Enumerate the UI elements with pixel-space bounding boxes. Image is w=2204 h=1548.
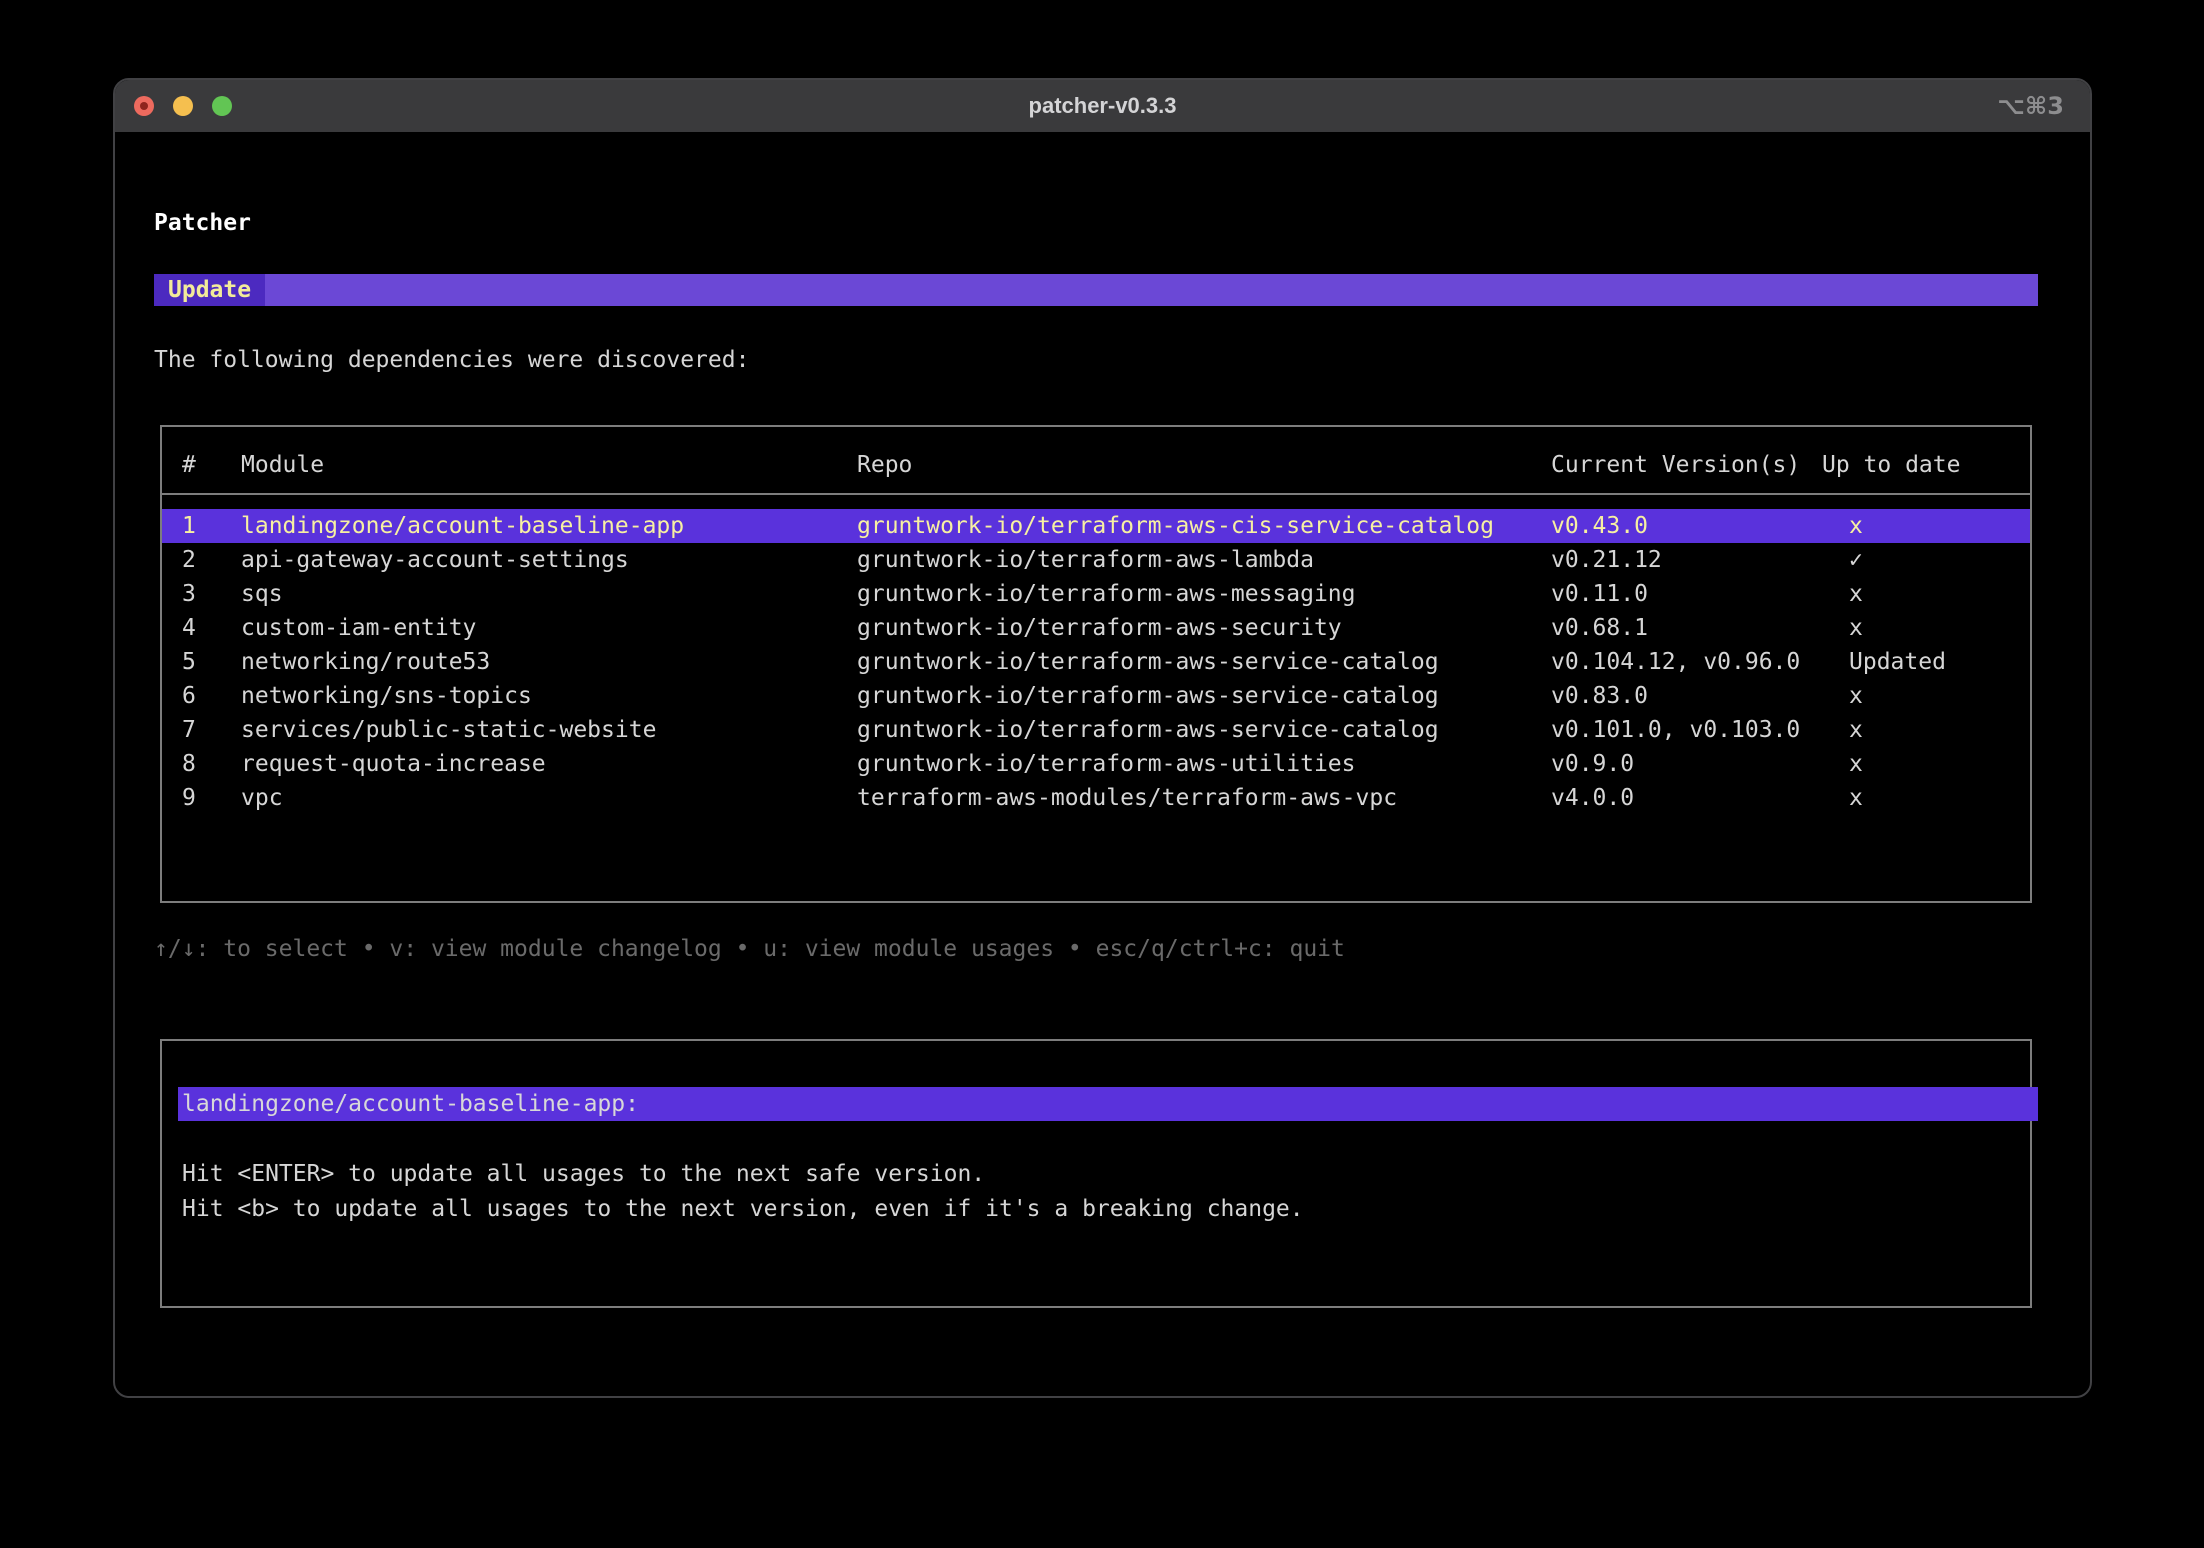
table-row[interactable]: 8 request-quota-increase gruntwork-io/te… (162, 747, 2030, 781)
row-status: x (1822, 509, 2030, 543)
header-status: Up to date (1822, 452, 2030, 478)
selected-module-banner: landingzone/account-baseline-app: (178, 1087, 2038, 1121)
intro-text: The following dependencies were discover… (154, 347, 2038, 373)
table-row[interactable]: 9 vpc terraform-aws-modules/terraform-aw… (162, 781, 2030, 815)
detail-instruction-b: Hit <b> to update all usages to the next… (182, 1192, 2030, 1227)
header-module: Module (241, 452, 857, 478)
row-num: 2 (182, 543, 241, 577)
row-status: x (1822, 747, 2030, 781)
row-status: x (1822, 611, 2030, 645)
row-module: landingzone/account-baseline-app (241, 509, 857, 543)
row-versions: v0.83.0 (1551, 679, 1822, 713)
table-row[interactable]: 4 custom-iam-entity gruntwork-io/terrafo… (162, 611, 2030, 645)
row-status: Updated (1822, 645, 2030, 679)
minimize-button-icon[interactable] (173, 96, 193, 116)
row-repo: gruntwork-io/terraform-aws-messaging (857, 577, 1551, 611)
row-num: 4 (182, 611, 241, 645)
row-versions: v0.43.0 (1551, 509, 1822, 543)
row-module: networking/route53 (241, 645, 857, 679)
row-versions: v0.68.1 (1551, 611, 1822, 645)
table-row[interactable]: 2 api-gateway-account-settings gruntwork… (162, 543, 2030, 577)
row-repo: gruntwork-io/terraform-aws-cis-service-c… (857, 509, 1551, 543)
row-num: 3 (182, 577, 241, 611)
table-row[interactable]: 6 networking/sns-topics gruntwork-io/ter… (162, 679, 2030, 713)
row-module: networking/sns-topics (241, 679, 857, 713)
terminal-content: Patcher Update The following dependencie… (154, 132, 2038, 1396)
row-repo: gruntwork-io/terraform-aws-service-catal… (857, 679, 1551, 713)
app-title: Patcher (154, 210, 2038, 236)
header-repo: Repo (857, 452, 1551, 478)
row-versions: v0.101.0, v0.103.0 (1551, 713, 1822, 747)
row-num: 1 (182, 509, 241, 543)
traffic-lights (134, 96, 232, 116)
titlebar[interactable]: patcher-v0.3.3 ⌥⌘3 (115, 80, 2090, 132)
detail-instructions: Hit <ENTER> to update all usages to the … (182, 1157, 2030, 1227)
row-versions: v4.0.0 (1551, 781, 1822, 815)
row-status: x (1822, 713, 2030, 747)
tab-shortcut-badge: ⌥⌘3 (1997, 80, 2064, 132)
row-status: x (1822, 781, 2030, 815)
row-repo: gruntwork-io/terraform-aws-service-catal… (857, 645, 1551, 679)
table-body: 1 landingzone/account-baseline-app grunt… (162, 509, 2030, 815)
row-versions: v0.104.12, v0.96.0 (1551, 645, 1822, 679)
row-num: 6 (182, 679, 241, 713)
header-num: # (182, 452, 241, 478)
row-versions: v0.11.0 (1551, 577, 1822, 611)
row-module: custom-iam-entity (241, 611, 857, 645)
keybinding-help: ↑/↓: to select • v: view module changelo… (154, 936, 2038, 962)
row-status: ✓ (1822, 543, 2030, 577)
table-row[interactable]: 1 landingzone/account-baseline-app grunt… (162, 509, 2030, 543)
dependencies-table: # Module Repo Current Version(s) Up to d… (160, 425, 2032, 903)
detail-instruction-enter: Hit <ENTER> to update all usages to the … (182, 1157, 2030, 1192)
table-header-row: # Module Repo Current Version(s) Up to d… (162, 427, 2030, 495)
zoom-button-icon[interactable] (212, 96, 232, 116)
row-versions: v0.9.0 (1551, 747, 1822, 781)
row-module: request-quota-increase (241, 747, 857, 781)
row-repo: gruntwork-io/terraform-aws-utilities (857, 747, 1551, 781)
row-num: 5 (182, 645, 241, 679)
row-repo: gruntwork-io/terraform-aws-lambda (857, 543, 1551, 577)
terminal-window: patcher-v0.3.3 ⌥⌘3 Patcher Update The fo… (113, 78, 2092, 1398)
tab-update[interactable]: Update (154, 274, 265, 306)
module-detail-panel: landingzone/account-baseline-app: Hit <E… (160, 1039, 2032, 1308)
table-row[interactable]: 7 services/public-static-website gruntwo… (162, 713, 2030, 747)
table-row[interactable]: 5 networking/route53 gruntwork-io/terraf… (162, 645, 2030, 679)
row-status: x (1822, 577, 2030, 611)
row-module: api-gateway-account-settings (241, 543, 857, 577)
window-title: patcher-v0.3.3 (1029, 93, 1177, 119)
row-module: vpc (241, 781, 857, 815)
tab-bar: Update (154, 274, 2038, 306)
row-num: 9 (182, 781, 241, 815)
row-repo: gruntwork-io/terraform-aws-service-catal… (857, 713, 1551, 747)
row-num: 7 (182, 713, 241, 747)
row-status: x (1822, 679, 2030, 713)
row-module: sqs (241, 577, 857, 611)
row-versions: v0.21.12 (1551, 543, 1822, 577)
row-repo: terraform-aws-modules/terraform-aws-vpc (857, 781, 1551, 815)
row-module: services/public-static-website (241, 713, 857, 747)
table-row[interactable]: 3 sqs gruntwork-io/terraform-aws-messagi… (162, 577, 2030, 611)
row-repo: gruntwork-io/terraform-aws-security (857, 611, 1551, 645)
header-versions: Current Version(s) (1551, 452, 1822, 478)
row-num: 8 (182, 747, 241, 781)
close-button-icon[interactable] (134, 96, 154, 116)
